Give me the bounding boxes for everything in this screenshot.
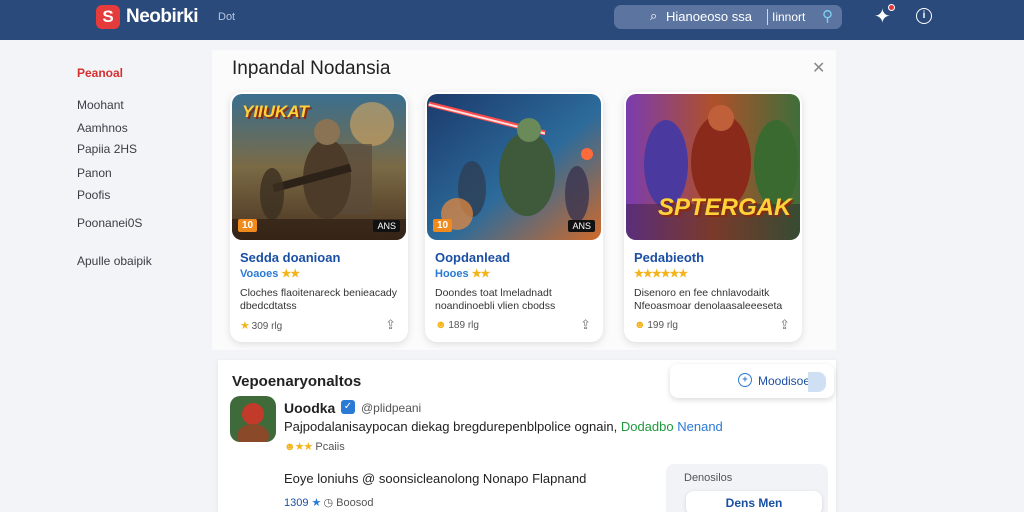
game-thumbnail[interactable]: SPTERGAK: [626, 94, 800, 240]
review-link[interactable]: Nenand: [677, 419, 723, 434]
clock-icon: ◷: [323, 497, 334, 509]
game-card[interactable]: 10 ANS Oopdanlead Hooes ★★ Doondes toat …: [425, 92, 603, 342]
review-handle[interactable]: @plidpeani: [361, 401, 421, 415]
reviews-action-button[interactable]: + Moodisoe: [670, 364, 834, 398]
side-box-button[interactable]: Dens Men: [686, 491, 822, 512]
sidebar-item-panon[interactable]: Panon: [77, 166, 112, 180]
close-icon[interactable]: ✕: [812, 58, 825, 78]
game-stats: ☻ 189 rlg: [435, 319, 479, 331]
game-card[interactable]: YIIUKAT 10 ANS Sedda doanioan Voaoes ★★ …: [230, 92, 408, 342]
search-bar[interactable]: ⌕ Hianoeoso ssa Iinnort ⚲: [614, 5, 842, 29]
notification-badge: [888, 4, 895, 11]
game-logo-text: SPTERGAK: [658, 194, 792, 221]
sidebar-item-apulle[interactable]: Apulle obaipik: [77, 254, 152, 268]
game-subtitle: ★★★★★★: [634, 267, 688, 280]
game-card[interactable]: SPTERGAK Pedabieoth ★★★★★★ Disenoro en f…: [624, 92, 802, 342]
review-text: Eoye loniuhs @ soonsicleanolong Nonapo F…: [284, 471, 587, 486]
search-icon: ⌕: [650, 8, 658, 23]
sidebar-item-aamhnos[interactable]: Aamhnos: [77, 121, 128, 135]
panel-title: Inpandal Nodansia: [232, 58, 391, 79]
game-logo-text: YIIUKAT: [242, 102, 309, 121]
review-meta: 1309 ★ ◷ Boosod: [284, 496, 373, 509]
emoji-icon: ☻: [435, 319, 447, 331]
game-count: 199 rlg: [647, 320, 678, 331]
sidebar-item-papiia[interactable]: Papiia 2HS: [77, 142, 137, 156]
game-title[interactable]: Oopdanlead: [435, 250, 510, 265]
review-count: 1309: [284, 497, 309, 509]
add-icon: +: [738, 373, 752, 387]
side-box: Denosilos Dens Men: [666, 464, 828, 512]
share-icon[interactable]: ⇪: [779, 317, 790, 333]
share-icon[interactable]: ⇪: [385, 317, 396, 333]
review-meta-label: Pcaiis: [315, 441, 345, 453]
age-tag: 10: [433, 219, 453, 232]
star-icon: ★: [311, 497, 322, 509]
emoji-icon: ☻: [634, 319, 646, 331]
search-input[interactable]: Hianoeoso ssa: [666, 9, 752, 24]
brand-name[interactable]: Neobirki: [126, 6, 199, 28]
sidebar-item-peanoal[interactable]: Peanoal: [77, 66, 123, 80]
game-title[interactable]: Pedabieoth: [634, 250, 704, 265]
star-icon: ☻★★: [284, 441, 313, 453]
search-divider: [767, 9, 768, 25]
search-scope[interactable]: Iinnort: [772, 10, 805, 24]
pin-icon[interactable]: ⚲: [822, 7, 833, 25]
review-author[interactable]: Uoodka: [284, 400, 335, 416]
star-icon: ★★: [281, 268, 300, 280]
game-subtitle: Hooes ★★: [435, 267, 491, 280]
game-stats: ☻ 199 rlg: [634, 319, 678, 331]
review-body: Pajpodalanisaypocan diekag bregdurepenbl…: [284, 419, 618, 434]
game-subtitle: Voaoes ★★: [240, 267, 300, 280]
info-icon[interactable]: i: [916, 8, 932, 24]
rating-tag: ANS: [568, 220, 595, 232]
top-bar: S Neobirki Dot ⌕ Hianoeoso ssa Iinnort ⚲…: [0, 0, 1024, 40]
review-meta-label: Boosod: [336, 497, 374, 509]
game-description: Cloches flaoitenareck benieacady dbedcdt…: [240, 287, 398, 312]
age-tag: 10: [238, 219, 258, 232]
game-thumbnail[interactable]: 10 ANS: [427, 94, 601, 240]
game-genre: Voaoes: [240, 268, 279, 280]
game-genre: Hooes: [435, 268, 469, 280]
game-count: 189 rlg: [448, 320, 479, 331]
verified-icon: ✓: [341, 400, 355, 414]
game-description: Disenoro en fee chnlavodaitk Nfeoasmoar …: [634, 287, 783, 312]
review-link[interactable]: Dodadbo: [621, 419, 674, 434]
review-meta: ☻★★ Pcaiis: [284, 440, 345, 453]
game-stats: ★ 309 rlg: [240, 319, 282, 332]
featured-panel: Inpandal Nodansia ✕ YIIUKAT 10 ANS Sedda…: [212, 50, 836, 350]
sidebar-item-moohant[interactable]: Moohant: [77, 98, 124, 112]
top-nav-link[interactable]: Dot: [218, 11, 235, 23]
sidebar-item-poonanei[interactable]: Poonanei0S: [77, 216, 142, 230]
game-count: 309 rlg: [251, 321, 283, 332]
sidebar-item-poofis[interactable]: Poofis: [77, 188, 110, 202]
avatar[interactable]: [230, 396, 276, 442]
star-icon: ★: [240, 320, 250, 332]
side-box-label: Denosilos: [684, 472, 733, 484]
reviews-title: Vepoenaryonaltos: [232, 373, 362, 390]
star-icon: ★★★★★★: [634, 268, 688, 280]
button-tab: [808, 372, 826, 392]
logo-icon[interactable]: S: [96, 5, 120, 29]
reviews-panel: Vepoenaryonaltos + Moodisoe Uoodka ✓ @pl…: [218, 360, 836, 512]
share-icon[interactable]: ⇪: [580, 317, 591, 333]
review-text: Pajpodalanisaypocan diekag bregdurepenbl…: [284, 419, 723, 434]
game-description: Doondes toat lmeladnadt noandinoebli vli…: [435, 287, 556, 312]
game-thumbnail[interactable]: YIIUKAT 10 ANS: [232, 94, 406, 240]
star-icon: ★★: [471, 268, 491, 280]
game-title[interactable]: Sedda doanioan: [240, 250, 340, 265]
sidebar: Peanoal Moohant Aamhnos Papiia 2HS Panon…: [0, 40, 205, 512]
reviews-action-label: Moodisoe: [758, 374, 811, 388]
rating-tag: ANS: [373, 220, 400, 232]
